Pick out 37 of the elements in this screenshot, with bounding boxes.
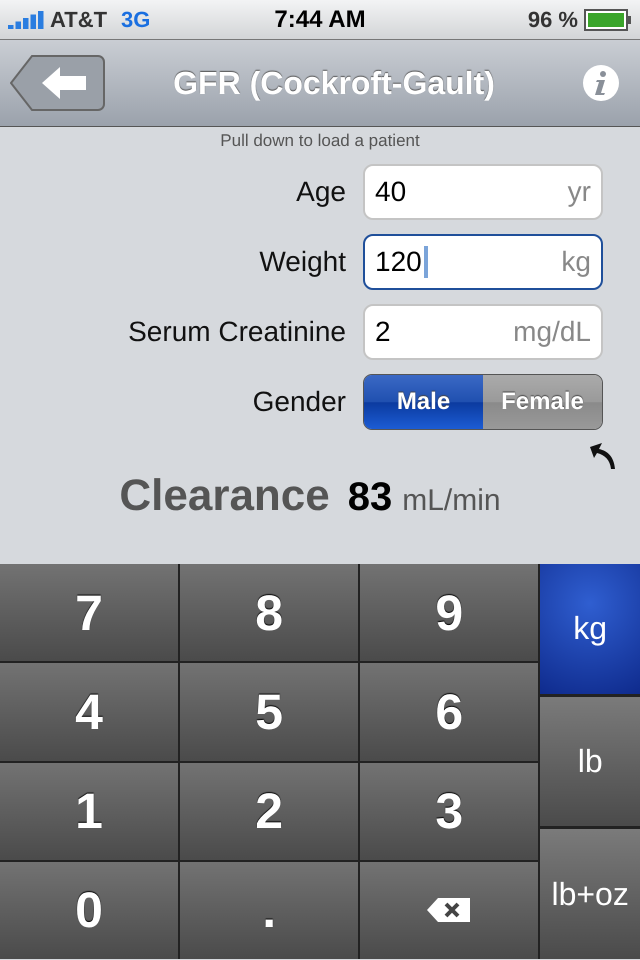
screen-title: GFR (Cockroft-Gault) [172,64,496,102]
signal-icon [8,10,46,28]
battery-percent: 96 % [528,6,578,32]
input-field[interactable]: 120 kg [363,234,603,290]
network-type: 3G [121,6,150,32]
result-unit: mL/min [402,484,501,518]
keypad-key[interactable]: 9 [360,564,538,662]
keypad-key[interactable]: 2 [180,762,358,860]
keypad-key[interactable]: 7 [0,564,178,662]
unit-key[interactable]: lb [540,696,640,826]
result-label: Clearance [119,471,330,521]
result-value: 83 [348,475,392,520]
keypad-key[interactable]: 5 [180,663,358,760]
field-label: Gender [252,386,347,418]
keypad-key[interactable]: 1 [0,762,178,860]
input-field[interactable]: 2 mg/dL [363,304,603,360]
gender-option[interactable]: Male [364,375,483,429]
field-label: Weight [258,246,347,278]
info-icon[interactable] [582,64,620,102]
field-label: Age [295,176,347,208]
keypad-key[interactable]: 0 [0,862,178,959]
unit-key[interactable]: kg [540,564,640,694]
input-field[interactable]: 40 yr [363,164,603,220]
keypad-key[interactable]: 8 [180,564,358,662]
field-label: Serum Creatinine [127,316,347,348]
keypad-key[interactable]: 3 [360,762,538,860]
battery-icon [584,8,632,30]
pull-hint: Pull down to load a patient [220,131,420,151]
unit-key[interactable]: lb+oz [540,829,640,960]
keypad-key[interactable]: 4 [0,663,178,760]
clock-time: 7:44 AM [274,6,366,32]
backspace-key[interactable] [360,862,538,959]
carrier-name: AT&T [50,6,108,32]
back-button[interactable] [10,54,106,112]
keypad-key[interactable]: 6 [360,663,538,760]
backspace-icon [426,896,472,924]
keypad-key[interactable]: . [180,862,358,959]
